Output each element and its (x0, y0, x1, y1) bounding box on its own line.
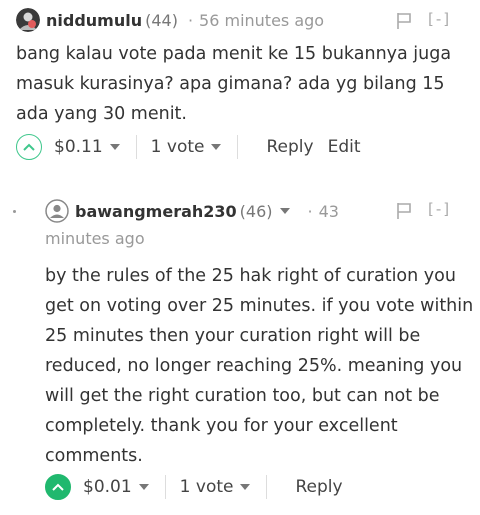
caret-down-icon (138, 484, 149, 490)
collapse-toggle[interactable]: [-] (428, 10, 451, 28)
upvote-button[interactable] (16, 134, 42, 160)
chevron-up-icon (52, 483, 64, 491)
timestamp[interactable]: 56 minutes ago (199, 11, 324, 30)
upvote-button[interactable] (45, 474, 71, 500)
user-avatar-icon (45, 199, 69, 223)
thread-indent-marker (13, 210, 16, 213)
divider (266, 475, 268, 499)
avatar[interactable] (45, 199, 69, 223)
author-name[interactable]: niddumulu (46, 11, 142, 30)
chevron-up-icon (23, 143, 35, 151)
divider (164, 475, 166, 499)
comment-line: will get the right curation too, but can… (45, 386, 440, 406)
vote-count[interactable]: 1 vote (151, 137, 222, 157)
comment-footer: $0.11 1 vote Reply Edit (16, 134, 361, 160)
divider (135, 135, 137, 159)
vote-count[interactable]: 1 vote (180, 477, 251, 497)
vote-count-label: 1 vote (150, 137, 205, 157)
reply-button[interactable]: Reply (295, 477, 342, 497)
avatar[interactable] (16, 8, 40, 32)
caret-down-icon (109, 144, 120, 150)
author-reputation: (44) (145, 10, 178, 30)
separator: · (187, 10, 194, 30)
comment-header: bawangmerah230 (46) · 43 (45, 199, 339, 223)
caret-down-icon (211, 144, 222, 150)
separator: · (307, 201, 313, 221)
caret-down-icon (240, 484, 251, 490)
comment-line: ada yang 30 menit. (16, 104, 187, 124)
comment-line: masuk kurasinya? apa gimana? ada yg bila… (16, 74, 445, 94)
comment-line: get on voting over 25 minutes. if you vo… (45, 296, 474, 316)
comment-line: 25 minutes then your curation right will… (45, 326, 421, 346)
author-name[interactable]: bawangmerah230 (75, 202, 237, 221)
comment-line: bang kalau vote pada menit ke 15 bukanny… (16, 44, 452, 64)
payout[interactable]: $0.01 (83, 477, 149, 497)
comment-body: by the rules of the 25 hak right of cura… (45, 261, 473, 471)
comment-line: by the rules of the 25 hak right of cura… (45, 266, 456, 286)
comment-line: reduced, no longer reaching 25%. meaning… (45, 356, 463, 376)
comment-footer: $0.01 1 vote Reply (45, 474, 343, 500)
collapse-toggle[interactable]: [-] (428, 200, 451, 218)
comment-line: comments. (45, 446, 143, 466)
reply-button[interactable]: Reply (266, 137, 313, 157)
payout-value: $0.11 (54, 137, 103, 157)
comment-line: completely. thank you for your excellent (45, 416, 398, 436)
edit-button[interactable]: Edit (328, 137, 361, 157)
comment-body: bang kalau vote pada menit ke 15 bukanny… (16, 39, 451, 129)
flag-icon[interactable] (396, 12, 412, 30)
comment-header: niddumulu (44) · 56 minutes ago (16, 8, 324, 32)
vote-count-label: 1 vote (179, 477, 234, 497)
timestamp-continued[interactable]: minutes ago (45, 229, 145, 248)
user-avatar-icon (16, 8, 40, 32)
caret-down-icon[interactable] (279, 208, 290, 214)
timestamp[interactable]: 43 (319, 202, 339, 221)
author-reputation: (46) (239, 201, 273, 221)
payout-value: $0.01 (83, 477, 132, 497)
divider (237, 135, 239, 159)
flag-icon[interactable] (396, 202, 412, 220)
payout[interactable]: $0.11 (54, 137, 120, 157)
